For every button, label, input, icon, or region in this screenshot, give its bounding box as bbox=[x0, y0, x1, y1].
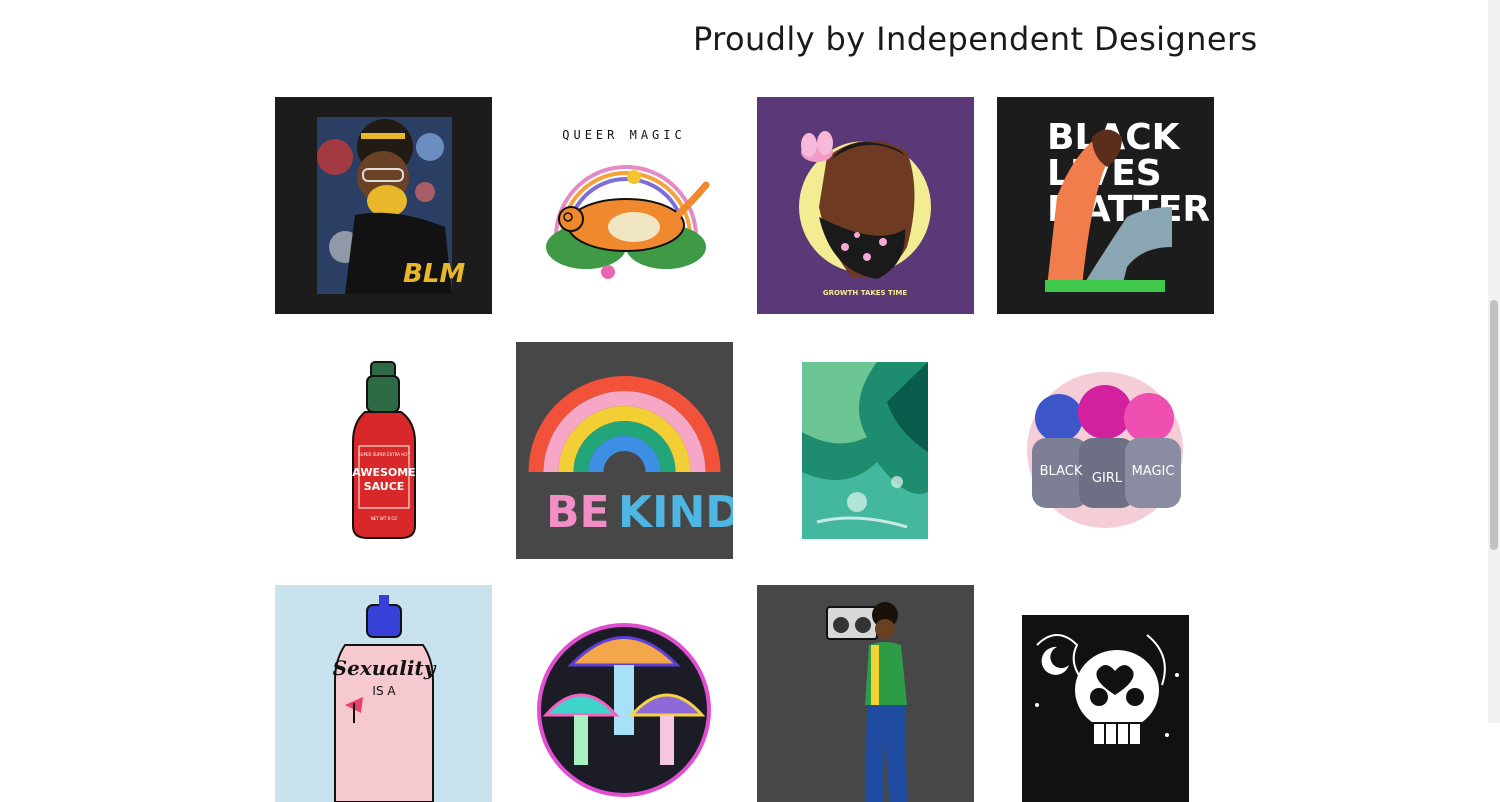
be-text: BE bbox=[546, 487, 610, 538]
sauce-top-text: SUPER SUPER EXTRA HOT bbox=[358, 452, 410, 457]
be-kind-image: BE KIND bbox=[516, 342, 733, 559]
product-tile-queer-magic[interactable]: QUEER MAGIC bbox=[516, 97, 733, 314]
sexuality-spectrum-image: Sexuality IS A bbox=[275, 585, 492, 802]
sauce-bottom-text: NET WT 8 OZ bbox=[371, 516, 398, 521]
bgm-line1: BLACK bbox=[1040, 464, 1083, 479]
product-tile-growth-takes-time[interactable]: GROWTH TAKES TIME bbox=[757, 97, 974, 314]
bgm-line2: GIRL bbox=[1092, 471, 1123, 486]
growth-takes-time-image: GROWTH TAKES TIME bbox=[757, 97, 974, 314]
product-tile-be-kind[interactable]: BE KIND bbox=[516, 342, 733, 559]
product-tile-boombox-woman[interactable] bbox=[757, 585, 974, 802]
sauce-line2: SAUCE bbox=[364, 480, 405, 493]
green-abstract-image bbox=[757, 342, 974, 559]
page-title: Proudly by Independent Designers bbox=[693, 20, 1258, 58]
sexuality-line2: IS A bbox=[372, 684, 396, 698]
page-scrollbar[interactable] bbox=[1488, 0, 1500, 723]
heartbreak-skull-image bbox=[997, 585, 1214, 802]
blm-text: BLM bbox=[403, 259, 465, 289]
queer-magic-text: QUEER MAGIC bbox=[562, 128, 685, 142]
scroll-thumb[interactable] bbox=[1490, 300, 1498, 550]
growth-text: GROWTH TAKES TIME bbox=[823, 289, 908, 297]
boombox-woman-image bbox=[757, 585, 974, 802]
product-tile-black-lives-matter[interactable]: BLACK LIVES MATTER bbox=[997, 97, 1214, 314]
product-tile-black-girl-magic[interactable]: BLACK GIRL MAGIC bbox=[997, 342, 1214, 559]
sauce-line1: AWESOME bbox=[352, 466, 415, 479]
black-girl-magic-image: BLACK GIRL MAGIC bbox=[997, 342, 1214, 559]
kind-text: KIND bbox=[618, 487, 733, 538]
product-tile-awesome-sauce[interactable]: SUPER SUPER EXTRA HOT AWESOME SAUCE NET … bbox=[275, 342, 492, 559]
blm-portrait-image: BLM bbox=[275, 97, 492, 314]
sexuality-line1: Sexuality bbox=[333, 656, 437, 680]
bgm-line3: MAGIC bbox=[1132, 464, 1175, 479]
product-tile-sexuality-spectrum[interactable]: Sexuality IS A bbox=[275, 585, 492, 802]
queer-magic-image: QUEER MAGIC bbox=[516, 97, 733, 314]
product-tile-mushrooms[interactable] bbox=[516, 585, 733, 802]
black-lives-matter-image: BLACK LIVES MATTER bbox=[997, 97, 1214, 314]
mushrooms-image bbox=[516, 585, 733, 802]
product-tile-green-abstract[interactable] bbox=[757, 342, 974, 559]
product-tile-blm-portrait[interactable]: BLM bbox=[275, 97, 492, 314]
product-tile-heartbreak-skull[interactable] bbox=[997, 585, 1214, 802]
awesome-sauce-image: SUPER SUPER EXTRA HOT AWESOME SAUCE NET … bbox=[275, 342, 492, 559]
